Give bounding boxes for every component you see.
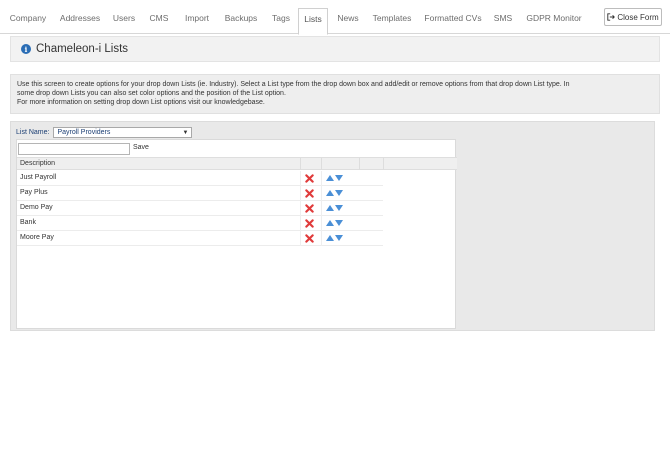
move-up-icon[interactable] bbox=[326, 235, 334, 241]
move-down-icon[interactable] bbox=[335, 190, 343, 196]
table-row: Moore Pay bbox=[17, 231, 383, 246]
info-icon: i bbox=[21, 44, 31, 54]
column-separator bbox=[321, 231, 322, 246]
tab-templates[interactable]: Templates bbox=[367, 8, 417, 34]
row-description: Demo Pay bbox=[20, 204, 53, 211]
new-option-input[interactable] bbox=[18, 143, 130, 155]
column-separator bbox=[321, 216, 322, 231]
table-row: Bank bbox=[17, 216, 383, 231]
delete-icon[interactable] bbox=[305, 204, 314, 213]
delete-icon[interactable] bbox=[305, 219, 314, 228]
column-separator bbox=[321, 171, 322, 186]
list-name-row: List Name: Payroll Providers ▼ bbox=[16, 127, 193, 138]
move-down-icon[interactable] bbox=[335, 175, 343, 181]
list-options-grid: Save Description Just Payroll Pay Plus D… bbox=[16, 139, 457, 329]
tab-sms[interactable]: SMS bbox=[489, 8, 517, 34]
column-separator bbox=[300, 231, 301, 246]
tab-addresses[interactable]: Addresses bbox=[56, 8, 104, 34]
row-description: Pay Plus bbox=[20, 189, 48, 196]
column-separator bbox=[321, 158, 322, 170]
info-text-line: Use this screen to create options for yo… bbox=[17, 81, 570, 88]
info-text-line: some drop down Lists you can also set co… bbox=[17, 90, 286, 97]
move-up-icon[interactable] bbox=[326, 220, 334, 226]
exit-icon bbox=[607, 13, 616, 21]
list-name-label: List Name: bbox=[16, 129, 50, 136]
tab-lists[interactable]: Lists bbox=[298, 8, 328, 35]
column-separator bbox=[300, 201, 301, 216]
move-down-icon[interactable] bbox=[335, 235, 343, 241]
move-down-icon[interactable] bbox=[335, 220, 343, 226]
move-up-icon[interactable] bbox=[326, 190, 334, 196]
tab-backups[interactable]: Backups bbox=[220, 8, 262, 34]
close-form-label: Close Form bbox=[617, 12, 659, 22]
table-row: Demo Pay bbox=[17, 201, 383, 216]
delete-icon[interactable] bbox=[305, 174, 314, 183]
list-name-select[interactable]: Payroll Providers ▼ bbox=[53, 127, 193, 138]
move-up-icon[interactable] bbox=[326, 205, 334, 211]
column-separator bbox=[300, 186, 301, 201]
close-form-button[interactable]: Close Form bbox=[604, 8, 662, 26]
move-up-icon[interactable] bbox=[326, 175, 334, 181]
column-separator bbox=[300, 158, 301, 170]
column-separator bbox=[359, 158, 360, 170]
row-description: Just Payroll bbox=[20, 174, 57, 181]
row-description: Bank bbox=[20, 219, 36, 226]
tab-gdpr-monitor[interactable]: GDPR Monitor bbox=[521, 8, 587, 34]
table-row: Pay Plus bbox=[17, 186, 383, 201]
grid-header: Description bbox=[17, 157, 457, 170]
delete-icon[interactable] bbox=[305, 189, 314, 198]
dropdown-caret-icon: ▼ bbox=[182, 129, 189, 136]
save-button[interactable]: Save bbox=[133, 144, 149, 151]
tab-import[interactable]: Import bbox=[179, 8, 215, 34]
delete-icon[interactable] bbox=[305, 234, 314, 243]
tab-cms[interactable]: CMS bbox=[144, 8, 174, 34]
tab-tags[interactable]: Tags bbox=[266, 8, 296, 34]
column-separator bbox=[383, 158, 384, 170]
tab-formatted-cvs[interactable]: Formatted CVs bbox=[421, 8, 485, 34]
list-name-value: Payroll Providers bbox=[57, 129, 111, 136]
list-editor-panel: List Name: Payroll Providers ▼ Save Desc… bbox=[10, 121, 655, 331]
column-separator bbox=[321, 201, 322, 216]
tab-users[interactable]: Users bbox=[108, 8, 140, 34]
column-header-description: Description bbox=[20, 160, 56, 167]
tab-bar: Company Addresses Users CMS Import Backu… bbox=[0, 0, 670, 35]
info-box: Use this screen to create options for yo… bbox=[10, 74, 660, 114]
tab-company[interactable]: Company bbox=[5, 8, 51, 34]
move-down-icon[interactable] bbox=[335, 205, 343, 211]
tab-news[interactable]: News bbox=[333, 8, 363, 34]
page-title: Chameleon-i Lists bbox=[36, 43, 129, 55]
table-row: Just Payroll bbox=[17, 171, 383, 186]
page-header: i Chameleon-i Lists bbox=[10, 36, 660, 62]
row-description: Moore Pay bbox=[20, 234, 54, 241]
column-separator bbox=[300, 171, 301, 186]
info-text-line: For more information on setting drop dow… bbox=[17, 99, 265, 106]
column-separator bbox=[300, 216, 301, 231]
column-separator bbox=[321, 186, 322, 201]
